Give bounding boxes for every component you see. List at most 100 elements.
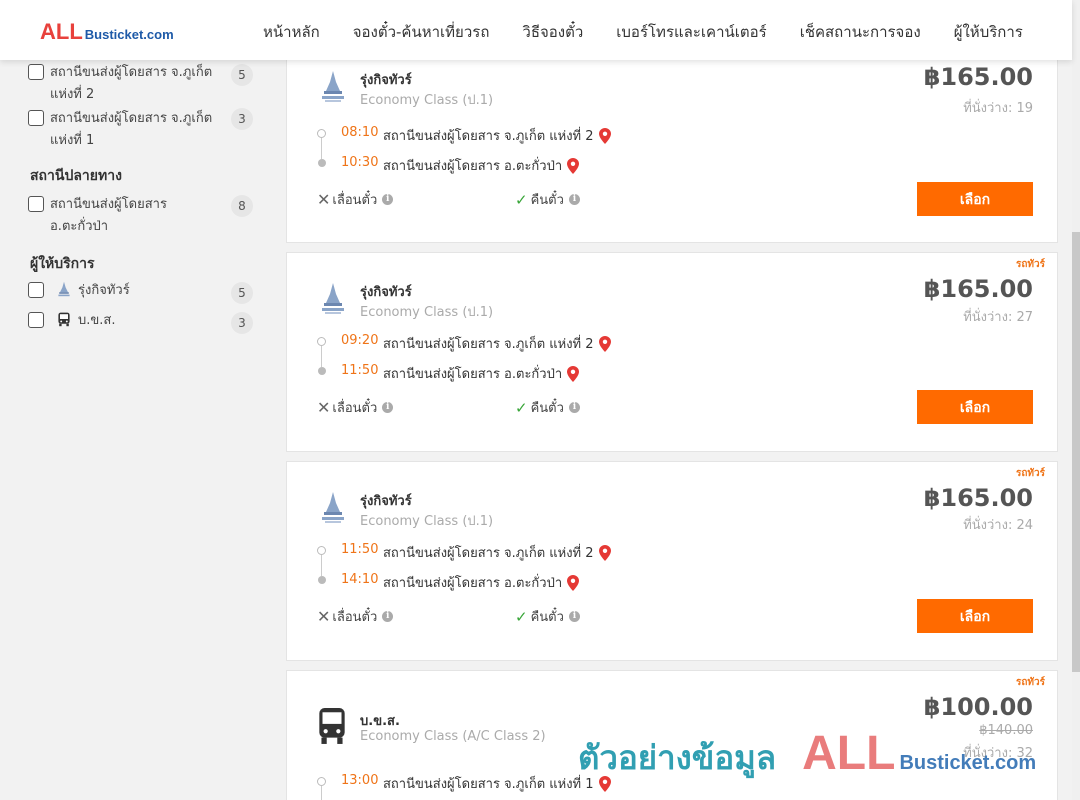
filter-label: สถานีขนส่งผู้โดยสาร อ.ตะกั่วป่า <box>50 197 167 234</box>
select-trip-button[interactable]: เลือก <box>917 390 1033 424</box>
seats-count: 24 <box>1016 518 1033 533</box>
depart-time: 09:20 <box>341 333 379 348</box>
check-icon: ✓ <box>515 607 528 626</box>
info-icon[interactable]: i <box>568 402 580 413</box>
checkbox[interactable] <box>28 64 44 80</box>
nav-contact-counters[interactable]: เบอร์โทรและเคาน์เตอร์ <box>616 20 766 44</box>
bus-class: Economy Class (ป.1) <box>360 514 494 529</box>
arrive-time: 10:30 <box>341 155 379 170</box>
seats-available: ที่นั่งว่าง: 27 <box>963 306 1033 327</box>
nav-how-to-book[interactable]: วิธีจองตั๋ว <box>522 20 583 44</box>
depart-time: 08:10 <box>341 125 379 140</box>
seats-prefix: ที่นั่งว่าง: <box>963 101 1017 116</box>
nav-home[interactable]: หน้าหลัก <box>263 20 320 44</box>
operator-name: รุ่งกิจทัวร์ <box>360 494 412 509</box>
map-pin-icon[interactable] <box>598 127 611 144</box>
refund-policy: ✓ คืนตั๋ว i <box>515 189 580 210</box>
map-pin-icon[interactable] <box>567 157 580 174</box>
depart-time: 11:50 <box>341 542 379 557</box>
info-icon[interactable]: i <box>568 611 580 622</box>
checkbox[interactable] <box>28 312 44 328</box>
select-trip-button[interactable]: เลือก <box>917 182 1033 216</box>
refund-label: คืนตั๋ว <box>530 401 564 416</box>
reschedule-policy: ✕ เลื่อนตั๋ว i <box>317 189 394 210</box>
timeline-start-dot <box>317 337 326 346</box>
cross-icon: ✕ <box>317 398 331 417</box>
select-trip-button[interactable]: เลือก <box>917 599 1033 633</box>
refund-policy: ✓ คืนตั๋ว i <box>515 606 580 627</box>
depart-time: 13:00 <box>341 773 379 788</box>
nav-operators[interactable]: ผู้ให้บริการ <box>954 20 1023 44</box>
nav-check-booking[interactable]: เช็คสถานะการจอง <box>800 20 921 44</box>
page-scrollbar[interactable] <box>1072 0 1080 800</box>
seats-available: ที่นั่งว่าง: 24 <box>963 514 1033 535</box>
info-icon[interactable]: i <box>382 402 394 413</box>
operator-name: รุ่งกิจทัวร์ <box>360 73 412 88</box>
trip-card: รุ่งกิจทัวร์ Economy Class (ป.1) ฿165.00… <box>286 48 1058 243</box>
depart-station: สถานีขนส่งผู้โดยสาร จ.ภูเก็ต แห่งที่ 1 <box>383 773 611 794</box>
depart-station-name: สถานีขนส่งผู้โดยสาร จ.ภูเก็ต แห่งที่ 1 <box>383 777 594 792</box>
filter-destination-takuapa[interactable]: สถานีขนส่งผู้โดยสาร อ.ตะกั่วป่า 8 <box>28 194 258 238</box>
cross-icon: ✕ <box>317 190 331 209</box>
filter-label: สถานีขนส่งผู้โดยสาร จ.ภูเก็ต แห่งที่ 2 <box>50 65 213 102</box>
filter-count: 8 <box>231 195 253 217</box>
map-pin-icon[interactable] <box>598 544 611 561</box>
seats-prefix: ที่นั่งว่าง: <box>963 310 1017 325</box>
arrive-station: สถานีขนส่งผู้โดยสาร อ.ตะกั่วป่า <box>383 363 580 384</box>
reschedule-policy: ✕ เลื่อนตั๋ว i <box>317 606 394 627</box>
filter-operator-rungkit[interactable]: รุ่งกิจทัวร์ 5 <box>28 280 258 304</box>
tour-bus-tag: รถทัวร์ <box>1015 468 1045 479</box>
scrollbar-thumb[interactable] <box>1072 232 1080 672</box>
arrive-time: 11:50 <box>341 363 379 378</box>
filter-count: 3 <box>231 108 253 130</box>
nav-book-search[interactable]: จองตั๋ว-ค้นหาเที่ยวรถ <box>353 20 490 44</box>
operator-section-title: ผู้ให้บริการ <box>30 256 95 272</box>
info-icon[interactable]: i <box>382 611 394 622</box>
refund-policy: ✓ คืนตั๋ว i <box>515 397 580 418</box>
filter-label: สถานีขนส่งผู้โดยสาร จ.ภูเก็ต แห่งที่ 1 <box>50 111 213 148</box>
arrive-station: สถานีขนส่งผู้โดยสาร อ.ตะกั่วป่า <box>383 155 580 176</box>
bus-class: Economy Class (A/C Class 2) <box>360 729 546 744</box>
arrive-station-name: สถานีขนส่งผู้โดยสาร อ.ตะกั่วป่า <box>383 367 563 382</box>
rungkit-logo-icon <box>322 492 344 523</box>
seats-count: 19 <box>1016 101 1033 116</box>
map-pin-icon[interactable] <box>567 365 580 382</box>
depart-station-name: สถานีขนส่งผู้โดยสาร จ.ภูเก็ต แห่งที่ 2 <box>383 337 594 352</box>
watermark-logo-all: ALL <box>802 727 896 780</box>
map-pin-icon[interactable] <box>598 335 611 352</box>
bus-class: Economy Class (ป.1) <box>360 305 494 320</box>
filter-count: 5 <box>231 64 253 86</box>
timeline-end-dot <box>318 576 326 584</box>
ticket-price: ฿165.00 <box>923 63 1033 91</box>
filter-count: 5 <box>231 282 253 304</box>
main-nav: หน้าหลัก จองตั๋ว-ค้นหาเที่ยวรถ วิธีจองตั… <box>263 20 1056 44</box>
site-logo[interactable]: ALL Busticket.com <box>40 19 174 45</box>
rungkit-logo-icon <box>322 283 344 314</box>
depart-station: สถานีขนส่งผู้โดยสาร จ.ภูเก็ต แห่งที่ 2 <box>383 542 611 563</box>
logo-rest-text: Busticket.com <box>84 27 174 42</box>
filter-count: 3 <box>231 312 253 334</box>
filter-origin-phuket-2[interactable]: สถานีขนส่งผู้โดยสาร จ.ภูเก็ต แห่งที่ 2 5 <box>28 62 258 106</box>
operator-name: รุ่งกิจทัวร์ <box>360 285 412 300</box>
arrive-time: 14:10 <box>341 572 379 587</box>
timeline-line <box>321 138 322 159</box>
bus-icon <box>58 312 70 327</box>
bus-class: Economy Class (ป.1) <box>360 93 494 108</box>
info-icon[interactable]: i <box>568 194 580 205</box>
reschedule-label: เลื่อนตั๋ว <box>332 193 378 208</box>
rungkit-logo-icon <box>322 71 344 102</box>
map-pin-icon[interactable] <box>567 574 580 591</box>
reschedule-label: เลื่อนตั๋ว <box>332 401 378 416</box>
filter-operator-bks[interactable]: บ.ข.ส. 3 <box>28 310 258 334</box>
timeline-start-dot <box>317 129 326 138</box>
checkbox[interactable] <box>28 282 44 298</box>
info-icon[interactable]: i <box>382 194 394 205</box>
refund-label: คืนตั๋ว <box>530 610 564 625</box>
checkbox[interactable] <box>28 110 44 126</box>
top-navbar: ALL Busticket.com หน้าหลัก จองตั๋ว-ค้นหา… <box>0 0 1072 60</box>
checkbox[interactable] <box>28 196 44 212</box>
tour-bus-tag: รถทัวร์ <box>1015 677 1045 688</box>
arrive-station-name: สถานีขนส่งผู้โดยสาร อ.ตะกั่วป่า <box>383 159 563 174</box>
filter-origin-phuket-1[interactable]: สถานีขนส่งผู้โดยสาร จ.ภูเก็ต แห่งที่ 1 3 <box>28 108 258 152</box>
depart-station-name: สถานีขนส่งผู้โดยสาร จ.ภูเก็ต แห่งที่ 2 <box>383 546 594 561</box>
